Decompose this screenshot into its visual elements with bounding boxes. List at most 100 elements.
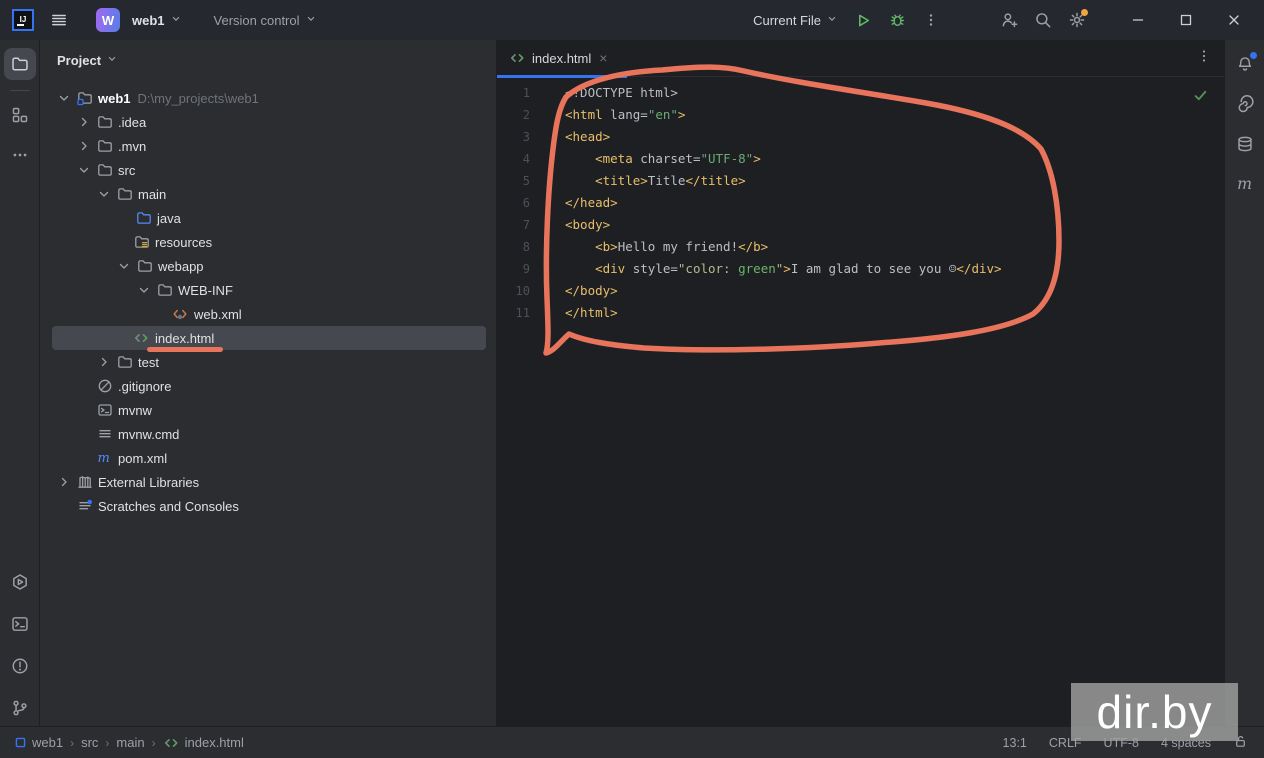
- title-bar: IJ W web1 Version control Current File: [0, 0, 1264, 40]
- active-tab-indicator: [497, 74, 627, 78]
- chevron-right-icon[interactable]: [76, 114, 92, 130]
- line-number: 1: [522, 86, 530, 100]
- line-number: 11: [515, 306, 530, 320]
- vcs-menu[interactable]: Version control: [214, 13, 317, 28]
- tree-item-main[interactable]: main: [40, 182, 496, 206]
- code-line-2[interactable]: 2 <html lang="en">: [497, 104, 1224, 126]
- breadcrumb-separator: ›: [70, 735, 75, 750]
- breadcrumb-item-src[interactable]: src: [81, 735, 98, 750]
- tree-item-index-html[interactable]: index.html: [40, 326, 496, 352]
- shell-file-icon: [96, 402, 113, 419]
- maximize-button[interactable]: [1164, 0, 1208, 40]
- settings-button[interactable]: [1062, 5, 1092, 35]
- code-line-7[interactable]: 7 <body>: [497, 214, 1224, 236]
- code-line-4[interactable]: 4 <meta charset="UTF-8">: [497, 148, 1224, 170]
- editor-tab-bar: index.html ×: [497, 40, 1224, 78]
- tree-item-webapp[interactable]: webapp: [40, 254, 496, 278]
- line-number: 8: [522, 240, 530, 254]
- chevron-down-icon[interactable]: [76, 162, 92, 178]
- right-tool-stripe: m: [1224, 40, 1264, 726]
- breadcrumb-item-web1[interactable]: web1: [14, 735, 63, 750]
- intellij-logo-icon: IJ: [12, 9, 34, 31]
- module-icon: [14, 736, 27, 749]
- folder-icon: [116, 186, 133, 203]
- project-tree: web1 D:\my_projects\web1 .idea .mvn src main j…: [40, 80, 496, 518]
- chevron-down-icon[interactable]: [56, 90, 72, 106]
- code-line-6[interactable]: 6 </head>: [497, 192, 1224, 214]
- project-folder-tool-tool-button[interactable]: [3, 48, 36, 80]
- tree-item--idea[interactable]: .idea: [40, 110, 496, 134]
- code-line-1[interactable]: 1 <!DOCTYPE html>: [497, 82, 1224, 104]
- breadcrumb-item-main[interactable]: main: [116, 735, 144, 750]
- more-actions-button[interactable]: [916, 5, 946, 35]
- database-tool-button[interactable]: [1229, 128, 1261, 160]
- chevron-right-icon[interactable]: [56, 474, 72, 490]
- folder-source-icon: [135, 210, 152, 227]
- code-line-8[interactable]: 8 <b>Hello my friend!</b>: [497, 236, 1224, 258]
- chevron-right-icon[interactable]: [96, 354, 112, 370]
- editor-area: index.html × 1 <!DOCTYPE html> 2 <html lang…: [497, 40, 1224, 726]
- svg-text:m: m: [98, 451, 110, 466]
- folder-resources-icon: [133, 234, 150, 251]
- close-button[interactable]: [1212, 0, 1256, 40]
- line-number: 3: [522, 130, 530, 144]
- code-line-5[interactable]: 5 <title>Title</title>: [497, 170, 1224, 192]
- tree-item-resources[interactable]: resources: [40, 230, 496, 254]
- caret-position[interactable]: 13:1: [1003, 736, 1027, 750]
- stripe-divider: [9, 90, 30, 91]
- breadcrumb[interactable]: web1 › src › main › index.html: [0, 735, 244, 751]
- notifications-bell-tool-button[interactable]: [1229, 48, 1261, 80]
- code-line-10[interactable]: 10 </body>: [497, 280, 1224, 302]
- editor-options-icon[interactable]: [1196, 48, 1212, 69]
- search-everywhere-button[interactable]: [1028, 5, 1058, 35]
- tree-item-web-xml[interactable]: web.xml: [40, 302, 496, 326]
- tree-item-src[interactable]: src: [40, 158, 496, 182]
- maven-file-icon: m: [96, 450, 113, 467]
- line-number: 9: [522, 262, 530, 276]
- tree-item--gitignore[interactable]: .gitignore: [40, 374, 496, 398]
- tree-item-pom-xml[interactable]: m pom.xml: [40, 446, 496, 470]
- code-editor[interactable]: 1 <!DOCTYPE html> 2 <html lang="en"> 3 <head>…: [497, 82, 1224, 726]
- tab-index-html[interactable]: index.html ×: [497, 40, 627, 78]
- tree-item-mvnw[interactable]: mvnw: [40, 398, 496, 422]
- folder-icon: [156, 282, 173, 299]
- run-configuration-select[interactable]: Current File: [753, 13, 838, 28]
- maven-tool-button[interactable]: m: [1229, 168, 1261, 200]
- ai-assistant-tool-button[interactable]: [1229, 88, 1261, 120]
- tree-item-web-inf[interactable]: WEB-INF: [40, 278, 496, 302]
- project-panel-header[interactable]: Project: [40, 40, 496, 80]
- run-button[interactable]: [848, 5, 878, 35]
- code-line-11[interactable]: 11 </html>: [497, 302, 1224, 324]
- chevron-down-icon[interactable]: [96, 186, 112, 202]
- git-branch-tool-button[interactable]: [4, 692, 36, 724]
- minimize-button[interactable]: [1116, 0, 1160, 40]
- chevron-down-icon[interactable]: [116, 258, 132, 274]
- more-horizontal-tool-button[interactable]: [4, 139, 36, 171]
- tree-item-java[interactable]: java: [40, 206, 496, 230]
- tab-close-icon[interactable]: ×: [599, 50, 607, 66]
- main-menu-button[interactable]: [44, 5, 74, 35]
- tree-item-scratches-and-consoles[interactable]: Scratches and Consoles: [40, 494, 496, 518]
- folder-icon: [96, 138, 113, 155]
- watermark: dir.by: [1071, 683, 1238, 741]
- html-file-icon: [509, 50, 526, 67]
- folder-icon: [96, 162, 113, 179]
- tree-item-mvnw-cmd[interactable]: mvnw.cmd: [40, 422, 496, 446]
- breadcrumb-item-index-html[interactable]: index.html: [163, 735, 244, 751]
- tree-item--mvn[interactable]: .mvn: [40, 134, 496, 158]
- chevron-down-icon[interactable]: [136, 282, 152, 298]
- tree-item-external-libraries[interactable]: External Libraries: [40, 470, 496, 494]
- debug-button[interactable]: [882, 5, 912, 35]
- terminal-tool-button[interactable]: [4, 608, 36, 640]
- tree-item-web1[interactable]: web1 D:\my_projects\web1: [40, 86, 496, 110]
- code-line-9[interactable]: 9 <div style="color: green">I am glad to…: [497, 258, 1224, 280]
- services-tool-button[interactable]: [4, 566, 36, 598]
- problems-tool-button[interactable]: [4, 650, 36, 682]
- project-switcher[interactable]: web1: [132, 13, 182, 28]
- code-line-3[interactable]: 3 <head>: [497, 126, 1224, 148]
- chevron-right-icon[interactable]: [76, 138, 92, 154]
- tree-item-test[interactable]: test: [40, 350, 496, 374]
- code-with-me-button[interactable]: [994, 5, 1024, 35]
- project-dir-icon: [76, 90, 93, 107]
- structure-tool-button[interactable]: [4, 99, 36, 131]
